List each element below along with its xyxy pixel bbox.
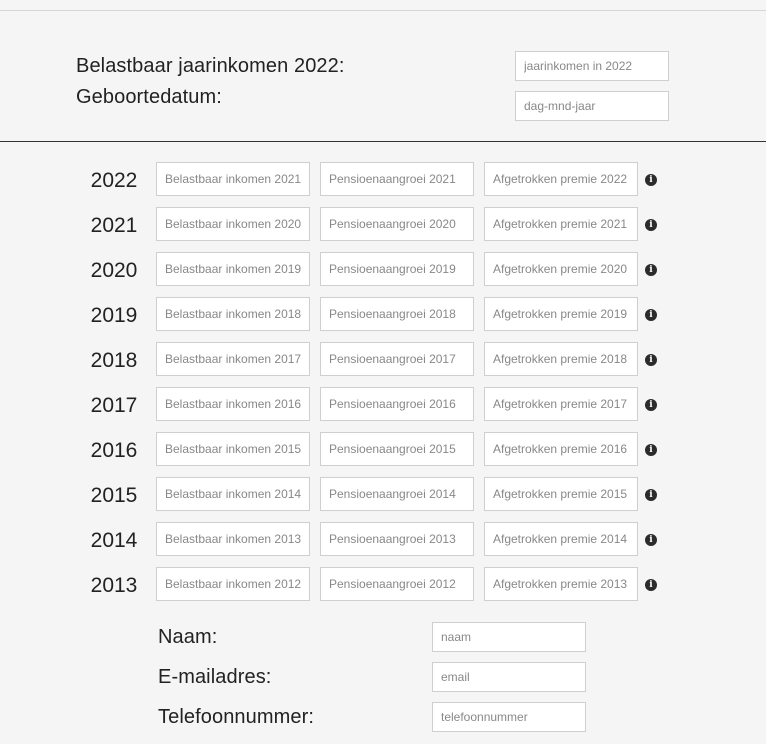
taxable-income-input[interactable] [156,522,310,556]
taxable-income-input[interactable] [156,162,310,196]
info-icon[interactable]: i [645,444,657,456]
year-label: 2018 [90,349,138,372]
pension-growth-input[interactable] [320,387,474,421]
name-input[interactable] [432,622,586,652]
email-label: E-mailadres: [158,666,272,688]
email-input[interactable] [432,662,586,692]
taxable-income-input[interactable] [156,432,310,466]
year-row: 2015 i [0,477,766,511]
info-icon[interactable]: i [645,399,657,411]
info-icon[interactable]: i [645,354,657,366]
year-row: 2020 i [0,252,766,286]
year-row: 2022 i [0,162,766,196]
pension-growth-input[interactable] [320,567,474,601]
deducted-premium-input[interactable] [484,477,638,511]
taxable-income-input[interactable] [156,252,310,286]
deducted-premium-input[interactable] [484,162,638,196]
taxable-income-input[interactable] [156,567,310,601]
info-icon[interactable]: i [645,534,657,546]
phone-input[interactable] [432,702,586,732]
pension-growth-input[interactable] [320,162,474,196]
pension-growth-input[interactable] [320,297,474,331]
year-label: 2014 [90,529,138,552]
deducted-premium-input[interactable] [484,207,638,241]
year-row: 2013 i [0,567,766,601]
taxable-income-input[interactable] [156,387,310,421]
deducted-premium-input[interactable] [484,252,638,286]
year-label: 2016 [90,439,138,462]
income-label: Belastbaar jaarinkomen 2022: [76,55,345,77]
taxable-income-input[interactable] [156,342,310,376]
deducted-premium-input[interactable] [484,567,638,601]
year-row: 2021 i [0,207,766,241]
deducted-premium-input[interactable] [484,297,638,331]
year-label: 2022 [90,169,138,192]
info-icon[interactable]: i [645,219,657,231]
year-label: 2015 [90,484,138,507]
year-label: 2021 [90,214,138,237]
taxable-income-input[interactable] [156,207,310,241]
phone-label: Telefoonnummer: [158,706,315,728]
year-row: 2017 i [0,387,766,421]
pension-growth-input[interactable] [320,432,474,466]
pension-growth-input[interactable] [320,342,474,376]
taxable-income-input[interactable] [156,297,310,331]
name-label: Naam: [158,626,218,648]
birthdate-input[interactable] [515,91,669,121]
year-row: 2016 i [0,432,766,466]
deducted-premium-input[interactable] [484,387,638,421]
section-divider [0,141,766,142]
year-row: 2019 i [0,297,766,331]
info-icon[interactable]: i [645,579,657,591]
info-icon[interactable]: i [645,309,657,321]
top-divider [0,10,766,11]
year-label: 2019 [90,304,138,327]
deducted-premium-input[interactable] [484,432,638,466]
pension-growth-input[interactable] [320,252,474,286]
info-icon[interactable]: i [645,174,657,186]
pension-growth-input[interactable] [320,477,474,511]
year-row: 2018 i [0,342,766,376]
pension-growth-input[interactable] [320,207,474,241]
info-icon[interactable]: i [645,264,657,276]
taxable-income-input[interactable] [156,477,310,511]
info-icon[interactable]: i [645,489,657,501]
birthdate-label: Geboortedatum: [76,86,222,108]
deducted-premium-input[interactable] [484,522,638,556]
year-label: 2013 [90,574,138,597]
pension-growth-input[interactable] [320,522,474,556]
income-2022-input[interactable] [515,51,669,81]
year-label: 2017 [90,394,138,417]
deducted-premium-input[interactable] [484,342,638,376]
year-row: 2014 i [0,522,766,556]
year-label: 2020 [90,259,138,282]
